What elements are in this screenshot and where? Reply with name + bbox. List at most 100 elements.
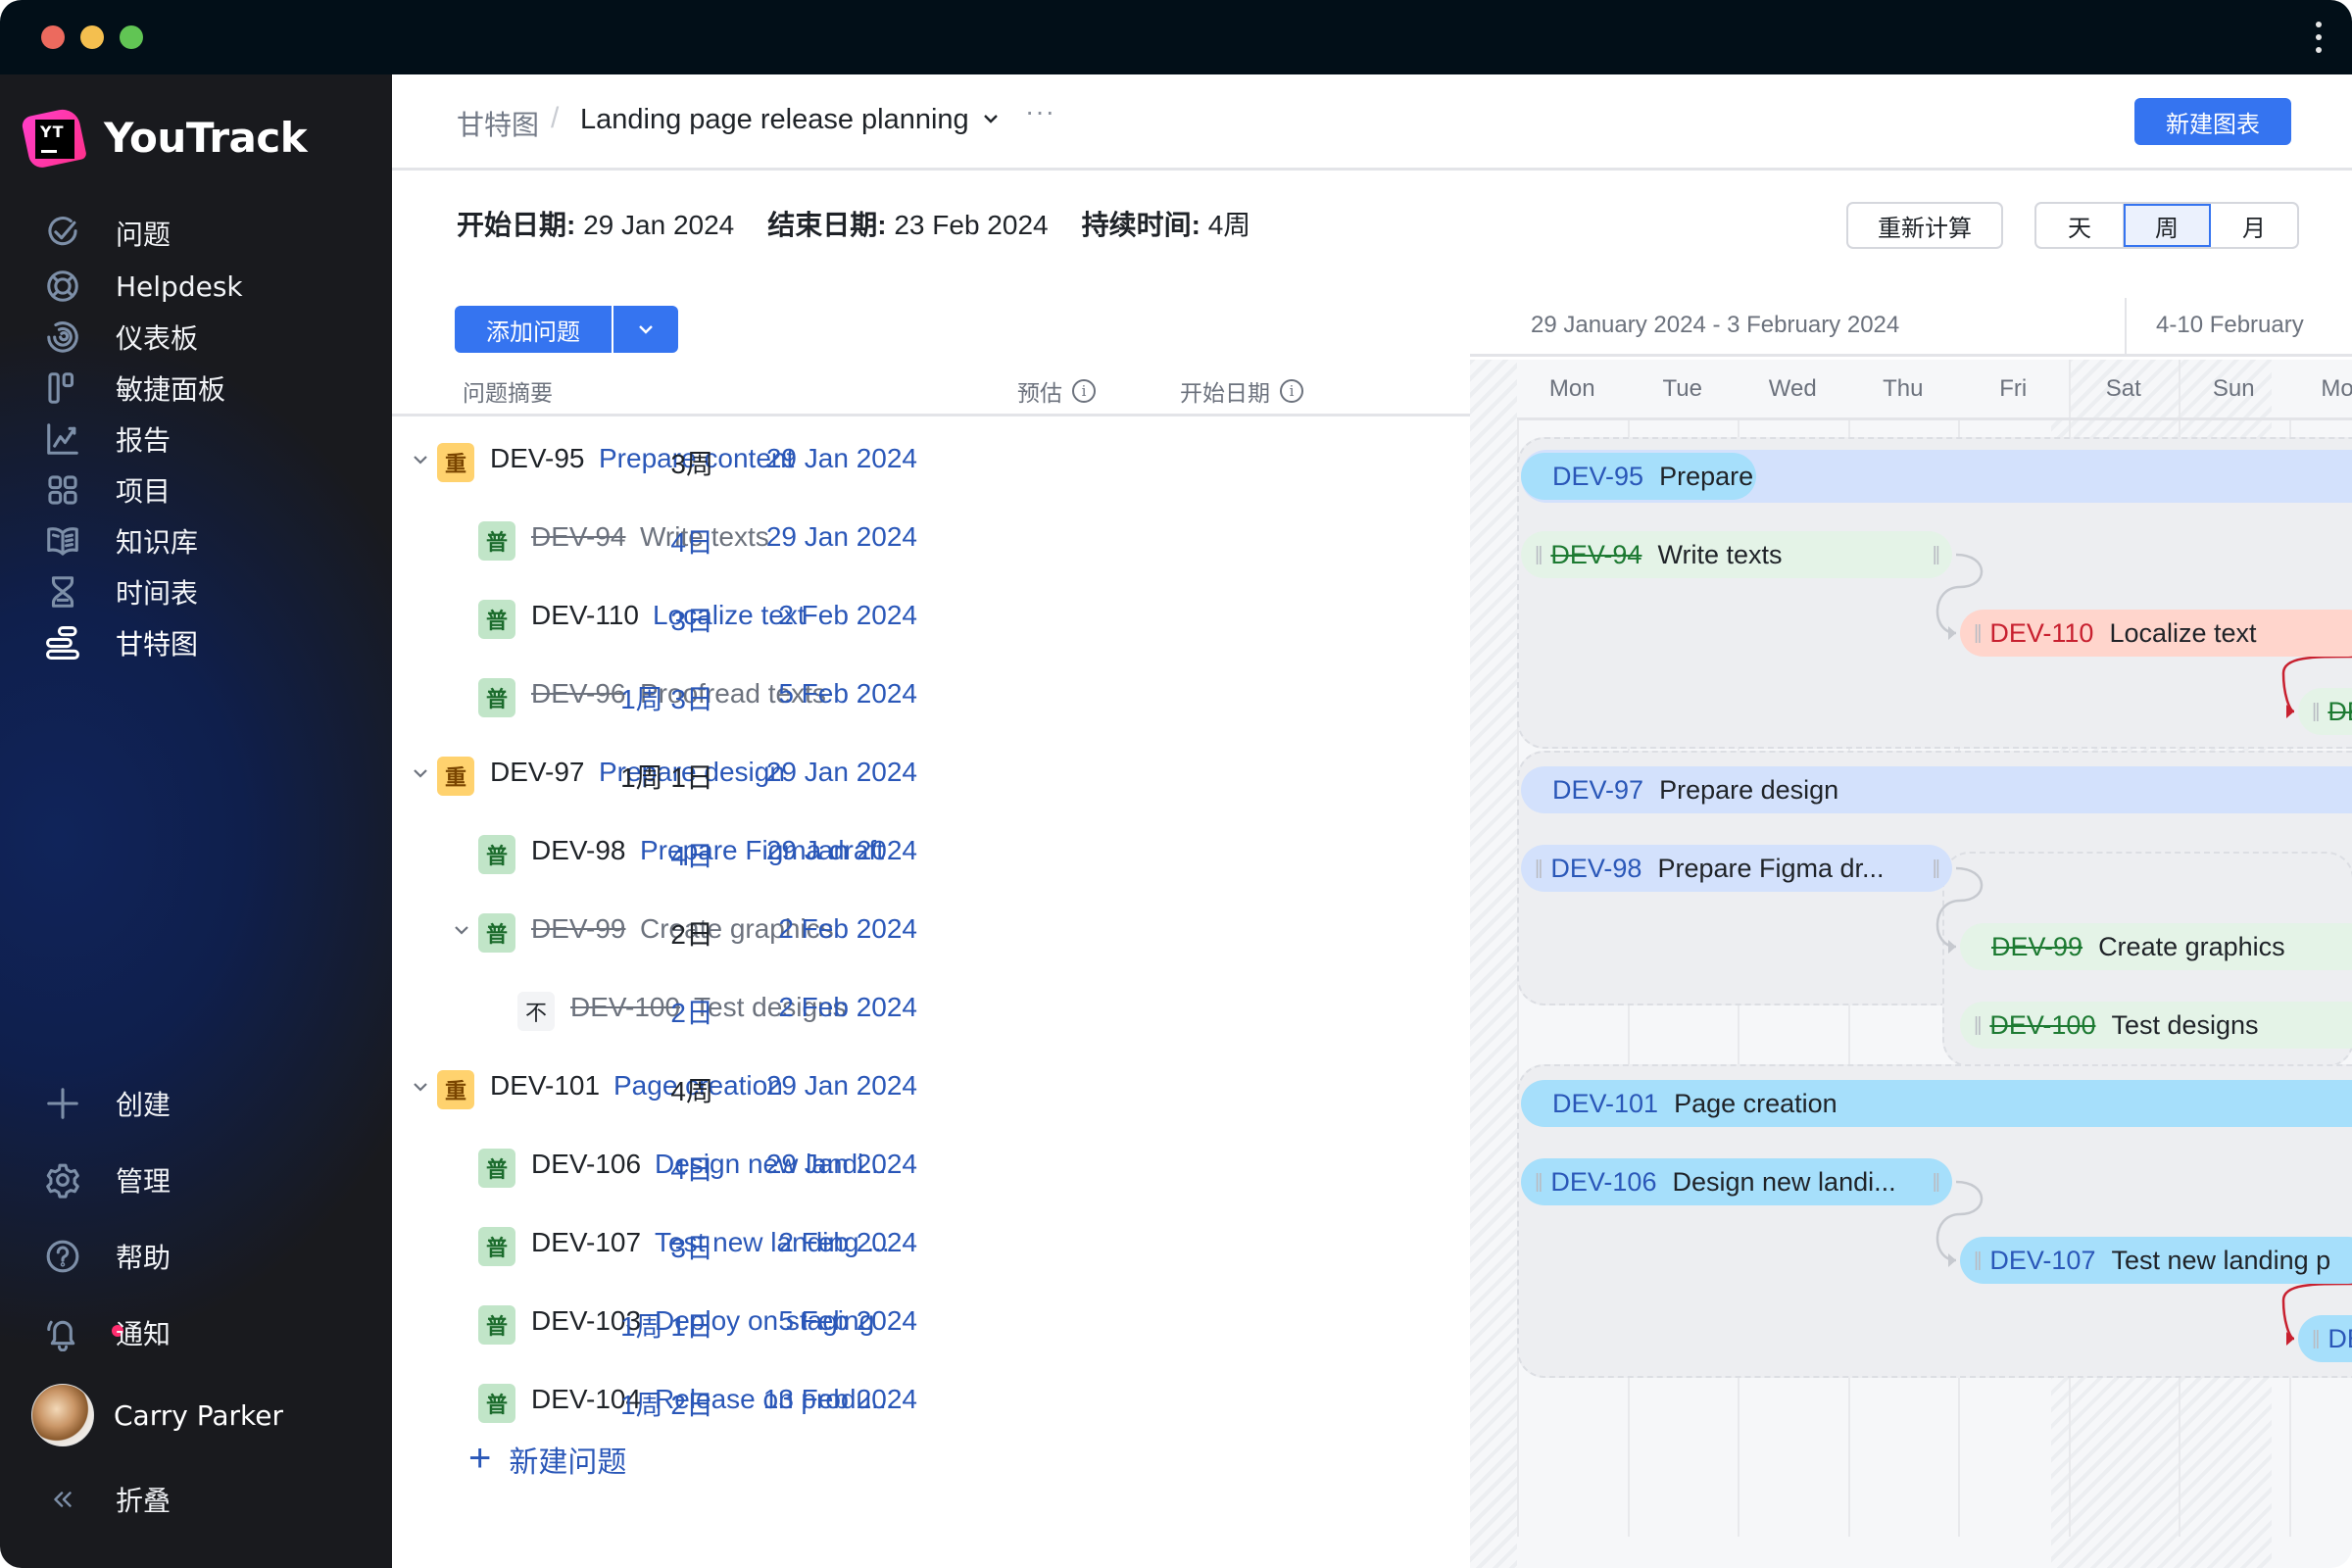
drag-handle-icon[interactable]: ||	[1933, 544, 1941, 566]
issue-estimate[interactable]: 1周 1日	[620, 1305, 713, 1345]
issue-estimate[interactable]: 4日	[670, 835, 713, 874]
scale-month-option[interactable]: 月	[2211, 204, 2297, 247]
issue-start-date[interactable]: 2 Feb 2024	[778, 1227, 917, 1258]
issue-row[interactable]: 普 DEV-104 Release on produ... 1周 2日 13 Feb 2…	[392, 1364, 1470, 1443]
priority-badge[interactable]: 重	[437, 443, 474, 482]
maximize-window-button[interactable]	[120, 25, 143, 49]
gantt-bar[interactable]: || DEV-100 Test designs	[1960, 1002, 2352, 1049]
issue-estimate[interactable]: 3日	[670, 1227, 713, 1266]
column-header-summary[interactable]: 问题摘要	[463, 374, 553, 408]
priority-badge[interactable]: 普	[478, 1384, 515, 1423]
gantt-bar[interactable]: DEV-101 Page creation	[1521, 1080, 2352, 1127]
info-icon[interactable]: i	[1280, 379, 1303, 403]
issue-start-date[interactable]: 29 Jan 2024	[766, 757, 917, 788]
issue-row[interactable]: 普 DEV-98 Prepare Figma draft 4日 29 Jan 2024	[392, 815, 1470, 894]
user-profile[interactable]: Carry Parker	[31, 1384, 283, 1446]
issue-start-date[interactable]: 2 Feb 2024	[778, 600, 917, 631]
issue-start-date[interactable]: 2 Feb 2024	[778, 992, 917, 1023]
issue-estimate[interactable]: 3日	[670, 600, 713, 639]
close-window-button[interactable]	[41, 25, 65, 49]
issue-estimate[interactable]: 3周	[670, 443, 713, 482]
priority-badge[interactable]: 重	[437, 757, 474, 796]
kebab-icon[interactable]	[2313, 22, 2325, 53]
issue-start-date[interactable]: 5 Feb 2024	[778, 678, 917, 710]
sidebar-item-help[interactable]: 帮助	[0, 1225, 392, 1288]
issue-id[interactable]: DEV-97	[490, 757, 585, 788]
chevron-down-icon[interactable]	[412, 764, 429, 782]
scale-day-option[interactable]: 天	[2036, 204, 2124, 247]
issue-row[interactable]: 重 DEV-97 Prepare design 1周 1日 29 Jan 2024	[392, 737, 1470, 815]
issue-row[interactable]: 普 DEV-99 Create graphics 2日 2 Feb 2024	[392, 894, 1470, 972]
column-header-estimate[interactable]: 预估 i	[1017, 374, 1096, 408]
gantt-bar[interactable]: || DEV-94 Write texts ||	[1521, 531, 1952, 578]
drag-handle-icon[interactable]: ||	[1974, 1014, 1983, 1037]
issue-row[interactable]: 重 DEV-101 Page creation 4周 29 Jan 2024	[392, 1051, 1470, 1129]
drag-handle-icon[interactable]: ||	[1933, 858, 1941, 880]
gantt-bar[interactable]: || DE	[2298, 688, 2352, 735]
sidebar-item-administration[interactable]: 管理	[0, 1149, 392, 1211]
issue-start-date[interactable]: 29 Jan 2024	[766, 443, 917, 474]
issue-start-date[interactable]: 29 Jan 2024	[766, 1149, 917, 1180]
sidebar-item-create[interactable]: 创建	[0, 1072, 392, 1135]
priority-badge[interactable]: 普	[478, 521, 515, 561]
issue-estimate[interactable]: 4日	[670, 1149, 713, 1188]
drag-handle-icon[interactable]: ||	[2312, 701, 2321, 723]
info-icon[interactable]: i	[1072, 379, 1096, 403]
chevron-down-icon[interactable]	[412, 451, 429, 468]
issue-start-date[interactable]: 29 Jan 2024	[766, 835, 917, 866]
collapse-sidebar-button[interactable]: 折叠	[0, 1468, 392, 1531]
issue-row[interactable]: 普 DEV-106 Design new landi... 4日 29 Jan 2024	[392, 1129, 1470, 1207]
chevron-down-icon[interactable]	[412, 1078, 429, 1096]
issue-start-date[interactable]: 29 Jan 2024	[766, 521, 917, 553]
issue-id[interactable]: DEV-107	[531, 1227, 641, 1258]
issue-estimate[interactable]: 2日	[670, 913, 713, 953]
priority-badge[interactable]: 普	[478, 1227, 515, 1266]
drag-handle-icon[interactable]: ||	[1974, 1250, 1983, 1272]
gantt-bar[interactable]: DEV-97 Prepare design	[1521, 766, 2352, 813]
gantt-bar[interactable]: || DEV-107 Test new landing p	[1960, 1237, 2352, 1284]
logo[interactable]: YT YouTrack	[21, 106, 308, 171]
issue-id[interactable]: DEV-95	[490, 443, 585, 474]
recalculate-button[interactable]: 重新计算	[1846, 202, 2003, 249]
add-issue-button[interactable]: 添加问题	[455, 306, 612, 353]
priority-badge[interactable]: 普	[478, 600, 515, 639]
issue-id[interactable]: DEV-101	[490, 1070, 600, 1102]
issue-start-date[interactable]: 5 Feb 2024	[778, 1305, 917, 1337]
issue-id[interactable]: DEV-96	[531, 678, 626, 710]
priority-badge[interactable]: 重	[437, 1070, 474, 1109]
issue-row[interactable]: 普 DEV-96 Proofread texts 1周 3日 5 Feb 2024	[392, 659, 1470, 737]
gantt-bar[interactable]: || DE	[2298, 1315, 2352, 1362]
drag-handle-icon[interactable]: ||	[1535, 858, 1544, 880]
issue-id[interactable]: DEV-99	[531, 913, 626, 945]
issue-start-date[interactable]: 2 Feb 2024	[778, 913, 917, 945]
new-issue-button[interactable]: + 新建问题	[468, 1437, 626, 1481]
gantt-bar[interactable]: || DEV-98 Prepare Figma dr... ||	[1521, 845, 1952, 892]
scale-week-option[interactable]: 周	[2124, 204, 2211, 247]
breadcrumb-root[interactable]: 甘特图	[457, 104, 539, 143]
priority-badge[interactable]: 不	[517, 992, 555, 1031]
add-issue-dropdown-button[interactable]	[613, 306, 678, 353]
issue-id[interactable]: DEV-94	[531, 521, 626, 553]
issue-id[interactable]: DEV-100	[570, 992, 680, 1023]
gantt-bar[interactable]: || DEV-106 Design new landi... ||	[1521, 1158, 1952, 1205]
gantt-bar[interactable]: DEV-95 Prepare content	[1521, 453, 1756, 500]
drag-handle-icon[interactable]: ||	[1974, 622, 1983, 645]
sidebar-item-gantt-charts[interactable]: 甘特图	[0, 612, 392, 674]
issue-id[interactable]: DEV-98	[531, 835, 626, 866]
issue-id[interactable]: DEV-110	[531, 600, 639, 631]
drag-handle-icon[interactable]: ||	[2312, 1328, 2321, 1350]
chevron-down-icon[interactable]	[982, 110, 1000, 127]
issue-id[interactable]: DEV-106	[531, 1149, 641, 1180]
issue-row[interactable]: 普 DEV-110 Localize text 3日 2 Feb 2024	[392, 580, 1470, 659]
issue-row[interactable]: 普 DEV-103 Deploy on staging 1周 1日 5 Feb 2024	[392, 1286, 1470, 1364]
issue-estimate[interactable]: 1周 3日	[620, 678, 713, 717]
issue-row[interactable]: 普 DEV-107 Test new landing ... 3日 2 Feb 2024	[392, 1207, 1470, 1286]
issue-estimate[interactable]: 1周 1日	[620, 757, 713, 796]
minimize-window-button[interactable]	[80, 25, 104, 49]
issue-estimate[interactable]: 1周 2日	[620, 1384, 713, 1423]
priority-badge[interactable]: 普	[478, 835, 515, 874]
gantt-bar[interactable]: DEV-99 Create graphics	[1960, 923, 2352, 970]
priority-badge[interactable]: 普	[478, 678, 515, 717]
issue-estimate[interactable]: 2日	[670, 992, 713, 1031]
drag-handle-icon[interactable]: ||	[1933, 1171, 1941, 1194]
